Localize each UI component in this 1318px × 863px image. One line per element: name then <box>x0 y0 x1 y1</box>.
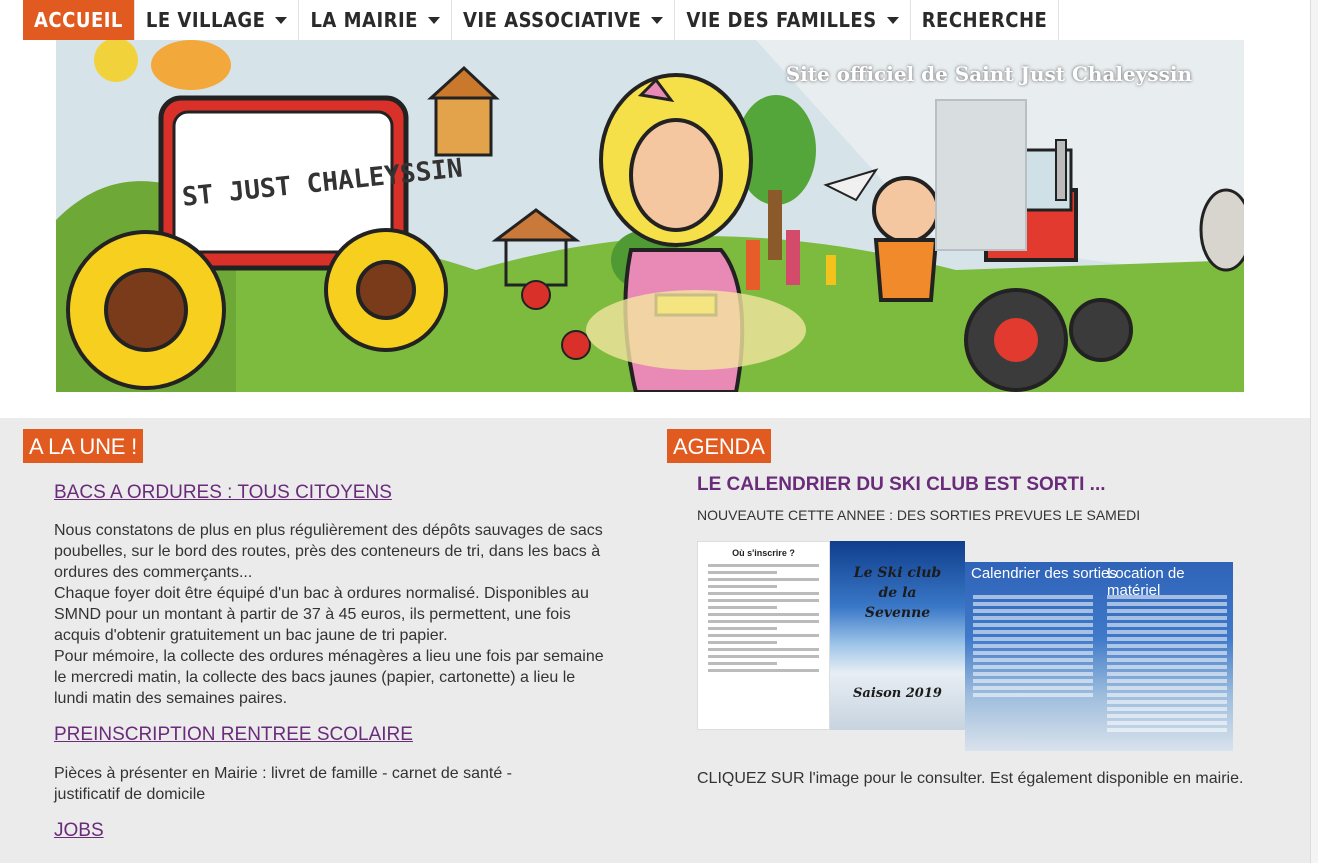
cover-title-line: Sevenne <box>864 605 931 621</box>
paragraph: Nous constatons de plus en plus régulièr… <box>54 522 603 581</box>
main-nav: ACCUEIL LE VILLAGE LA MAIRIE VIE ASSOCIA… <box>23 0 1060 40</box>
agenda-note: CLIQUEZ SUR l'image pour le consulter. E… <box>697 770 1244 787</box>
sunflower-left <box>66 230 226 390</box>
caret-down-icon <box>651 16 664 24</box>
agenda-event-title[interactable]: LE CALENDRIER DU SKI CLUB EST SORTI ... <box>697 474 1106 496</box>
agenda-event-subtitle: NOUVEAUTE CETTE ANNEE : DES SORTIES PREV… <box>697 507 1141 523</box>
cover-season: Saison 2019 <box>853 686 942 701</box>
nav-le-village[interactable]: LE VILLAGE <box>135 0 300 40</box>
calendar-heading: Où s'inscrire ? <box>732 548 795 558</box>
article-link-bacs[interactable]: BACS A ORDURES : TOUS CITOYENS <box>54 482 392 504</box>
article-link-jobs[interactable]: JOBS <box>54 820 104 842</box>
nav-la-mairie[interactable]: LA MAIRIE <box>299 0 452 40</box>
nav-label: LE VILLAGE <box>145 8 266 32</box>
ski-calendar-image-cover[interactable]: Le Ski club de la Sevenne Saison 2019 <box>830 541 965 730</box>
article-body-preinscription: Pièces à présenter en Mairie : livret de… <box>54 763 554 805</box>
text-line <box>708 662 777 665</box>
section-heading-agenda: AGENDA <box>667 429 771 463</box>
text-line <box>708 655 819 658</box>
ski-calendar-image-left[interactable]: Où s'inscrire ? <box>697 541 830 730</box>
nav-accueil[interactable]: ACCUEIL <box>23 0 135 40</box>
text-line <box>708 599 819 602</box>
text-line <box>708 592 819 595</box>
text-line <box>708 669 819 672</box>
text-line <box>708 648 819 651</box>
cover-title-line: Le Ski club <box>853 565 942 581</box>
text-line <box>708 620 819 623</box>
paragraph: Pièces à présenter en Mairie : livret de… <box>54 765 512 803</box>
caret-down-icon <box>275 16 288 24</box>
nav-label: VIE DES FAMILLES <box>686 8 877 32</box>
paragraph: Chaque foyer doit être équipé d'un bac à… <box>54 585 589 644</box>
sorties-table <box>973 592 1093 700</box>
text-line <box>708 578 819 581</box>
mural-illustration: ST JUST CHALEYSSIN <box>56 40 1244 392</box>
paragraph: Pour mémoire, la collecte des ordures mé… <box>54 648 604 707</box>
text-line <box>708 564 819 567</box>
nav-vie-associative[interactable]: VIE ASSOCIATIVE <box>452 0 676 40</box>
text-line <box>708 613 819 616</box>
site-title: Site officiel de Saint Just Chaleyssin <box>785 62 1192 86</box>
text-line <box>708 641 777 644</box>
caret-down-icon <box>427 16 440 24</box>
header-banner[interactable]: ST JUST CHALEYSSIN Site officiel de Sain… <box>56 40 1244 392</box>
text-line <box>708 634 819 637</box>
page-scrollbar[interactable] <box>1310 0 1318 863</box>
caret-down-icon <box>886 16 899 24</box>
nav-recherche[interactable]: RECHERCHE <box>911 0 1060 40</box>
text-line <box>708 585 777 588</box>
ski-calendar-image-right[interactable]: Calendrier des sorties Location de matér… <box>965 562 1233 751</box>
text-line <box>708 627 777 630</box>
nav-label: LA MAIRIE <box>310 8 418 32</box>
nav-vie-des-familles[interactable]: VIE DES FAMILLES <box>675 0 911 40</box>
nav-label: RECHERCHE <box>921 8 1048 32</box>
article-link-preinscription[interactable]: PREINSCRIPTION RENTREE SCOLAIRE <box>54 724 413 746</box>
nav-label: ACCUEIL <box>34 8 123 32</box>
sunflower-right <box>324 228 448 352</box>
text-line <box>708 571 777 574</box>
mural-goat <box>1199 188 1244 272</box>
cover-title: Le Ski club de la Sevenne <box>830 563 965 623</box>
text-line <box>708 606 777 609</box>
nav-label: VIE ASSOCIATIVE <box>462 8 642 32</box>
calendar-sorties-heading: Calendrier des sorties <box>971 565 1117 582</box>
article-body-bacs: Nous constatons de plus en plus régulièr… <box>54 520 606 709</box>
section-heading-une: A LA UNE ! <box>23 429 144 463</box>
cover-title-line: de la <box>878 585 917 601</box>
location-table <box>1107 592 1227 735</box>
